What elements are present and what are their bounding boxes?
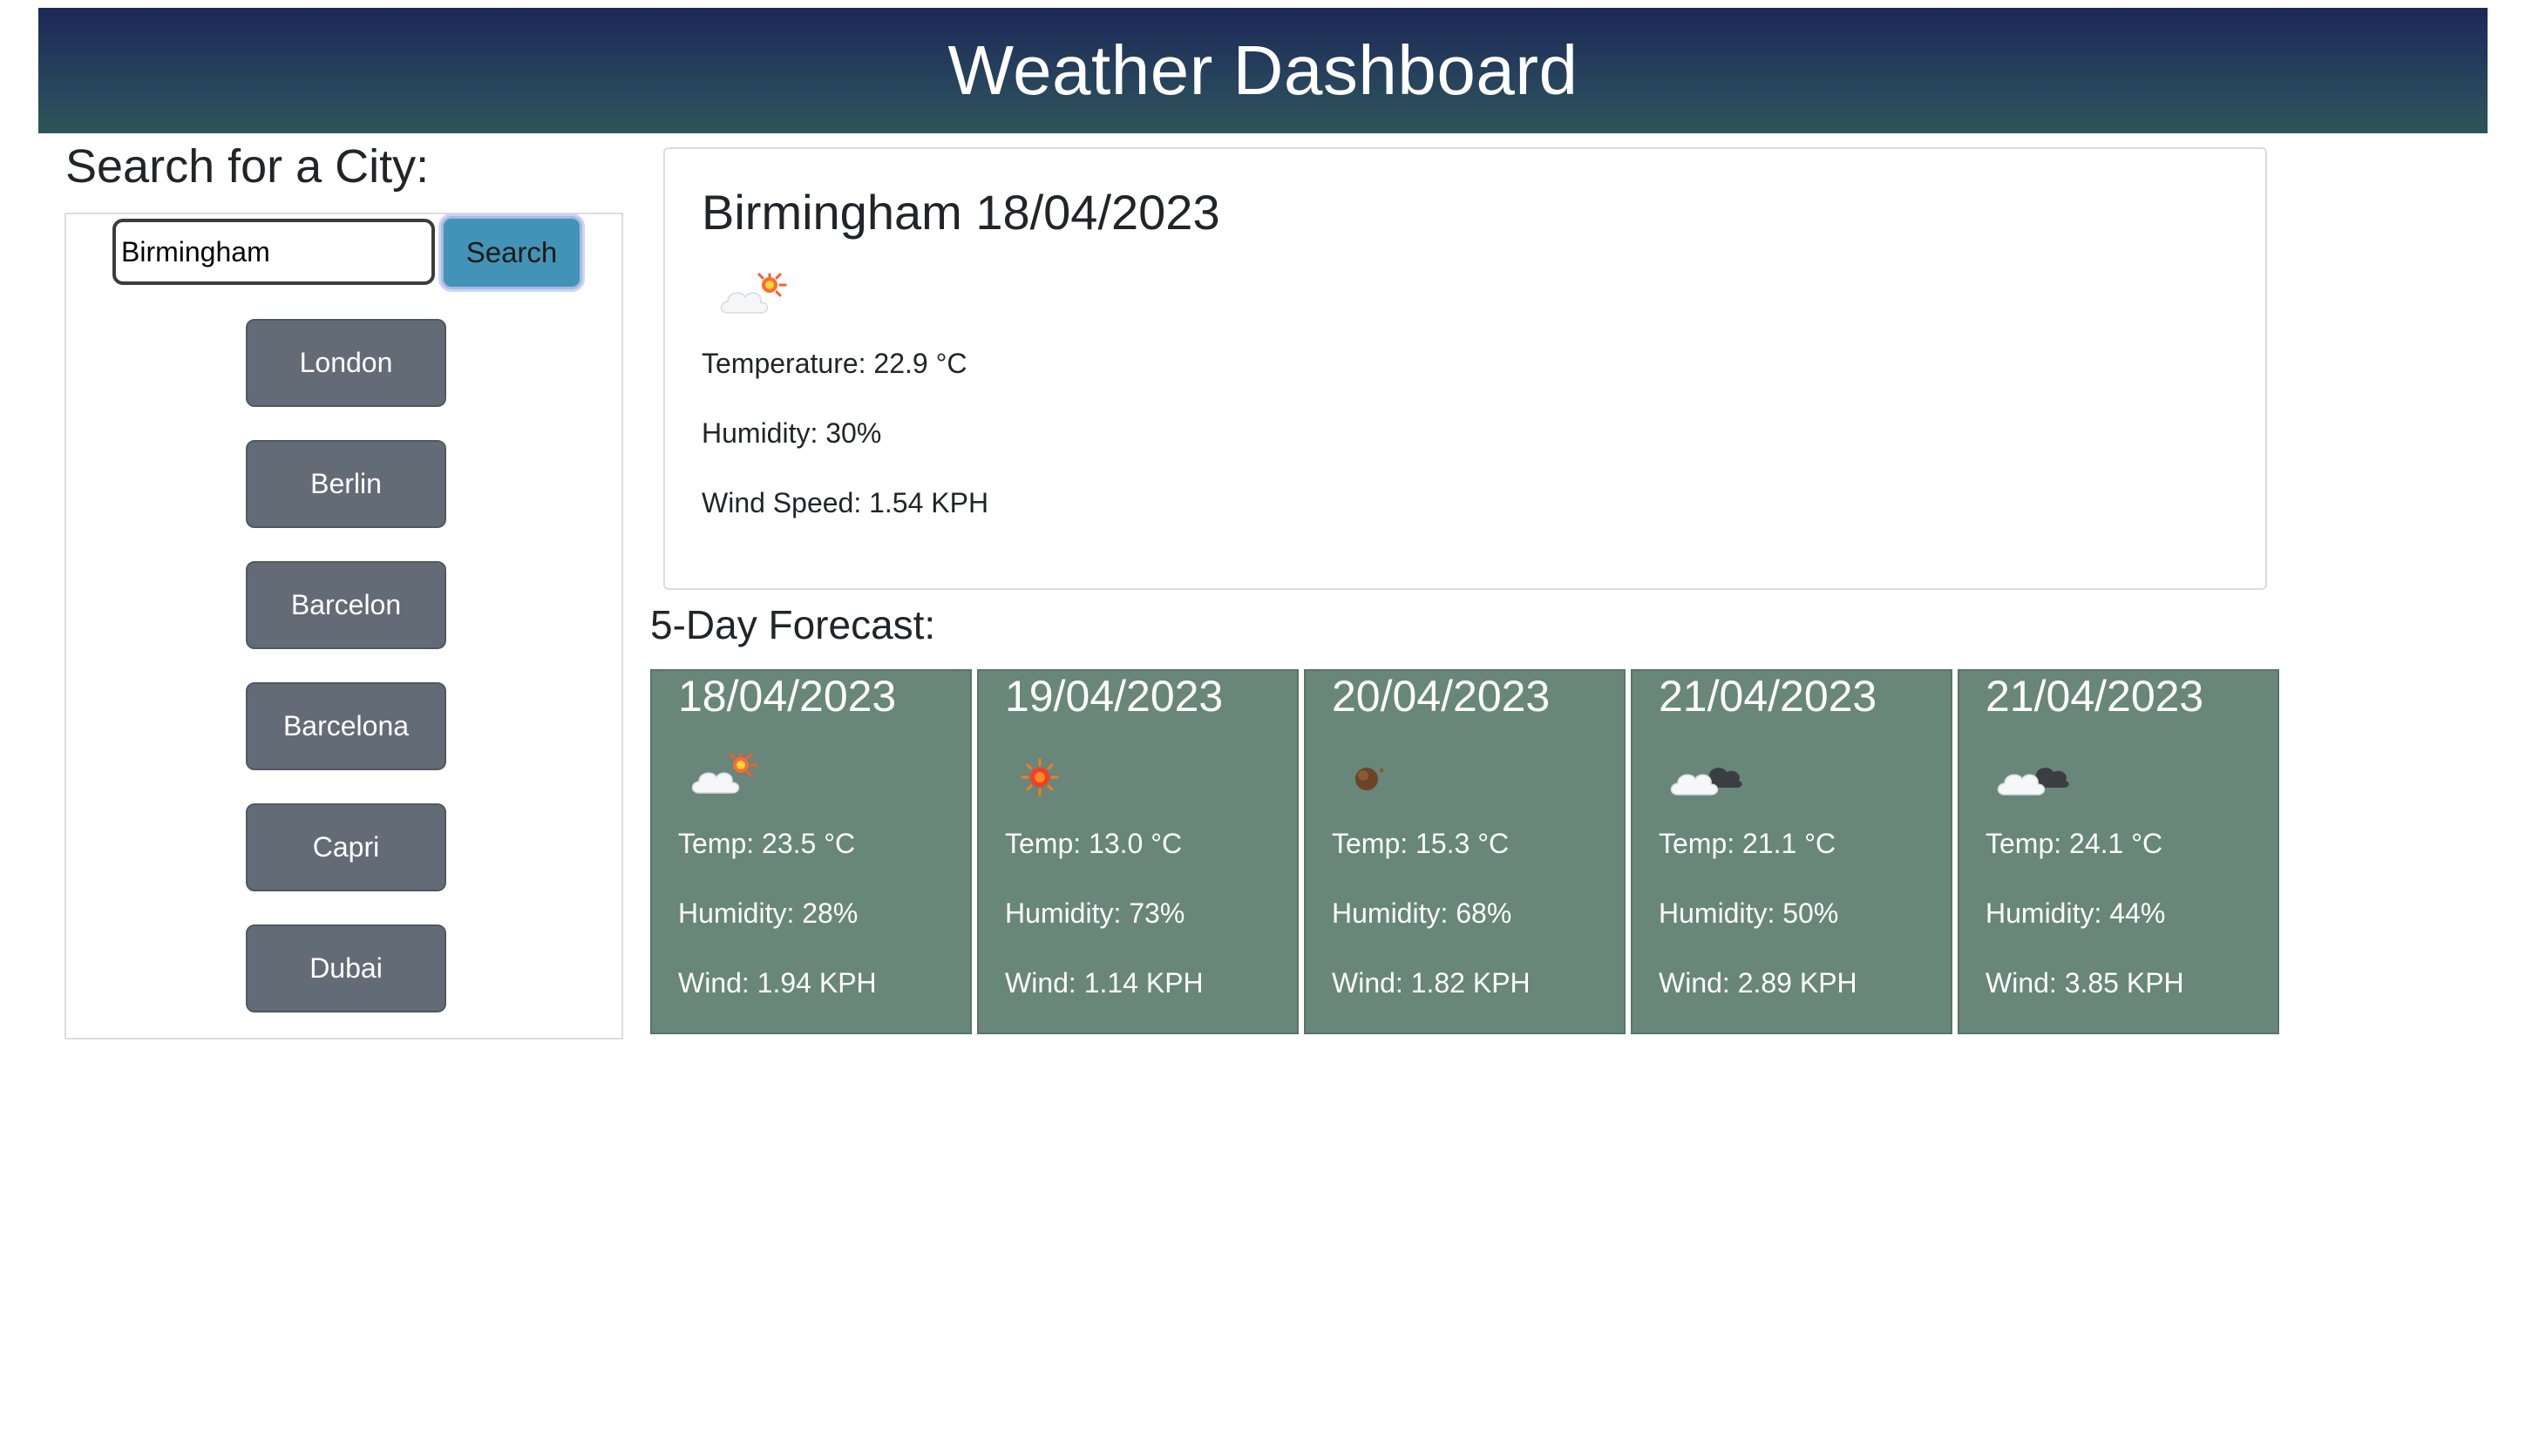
history-city-button[interactable]: Dubai: [246, 924, 446, 1012]
forecast-row: 18/04/2023 Temp: 23.5 °C Humidity: 28% W…: [650, 669, 2279, 1034]
forecast-temp: Temp: 23.5 °C: [678, 828, 856, 859]
search-panel: Search London Berlin Barcelon Barcelona …: [64, 213, 623, 1040]
few-clouds-day-icon: [716, 271, 794, 323]
forecast-temp: Temp: 15.3 °C: [1332, 828, 1510, 859]
forecast-temp: Temp: 24.1 °C: [1986, 828, 2163, 859]
forecast-wind: Wind: 3.85 KPH: [1986, 967, 2184, 999]
search-heading: Search for a City:: [65, 140, 430, 193]
clear-sky-day-icon: [1014, 751, 1092, 803]
forecast-card: 21/04/2023 Temp: 24.1 °C Humidity: 44% W…: [1958, 669, 2279, 1034]
forecast-date: 21/04/2023: [1659, 672, 1877, 721]
few-clouds-day-icon: [687, 751, 765, 803]
history-city-button[interactable]: London: [246, 319, 446, 407]
search-history-list: London Berlin Barcelon Barcelona Capri D…: [246, 319, 446, 1046]
forecast-date: 18/04/2023: [678, 672, 897, 721]
forecast-date: 19/04/2023: [1005, 672, 1224, 721]
history-city-button[interactable]: Barcelona: [246, 682, 446, 770]
forecast-wind: Wind: 1.82 KPH: [1332, 967, 1531, 999]
forecast-temp: Temp: 21.1 °C: [1659, 828, 1836, 859]
app-header: Weather Dashboard: [38, 8, 2488, 133]
broken-clouds-icon: [1994, 751, 2073, 803]
forecast-card: 19/04/2023 Temp: 13.0 °C Humidity: 73% W…: [977, 669, 1299, 1034]
forecast-humidity: Humidity: 73%: [1005, 897, 1185, 929]
forecast-heading: 5-Day Forecast:: [650, 602, 936, 647]
broken-clouds-icon: [1667, 751, 1746, 803]
current-temperature: Temperature: 22.9 °C: [702, 348, 967, 379]
history-city-button[interactable]: Capri: [246, 803, 446, 891]
current-weather-card: Birmingham 18/04/2023 Temperature: 22.9 …: [663, 147, 2267, 590]
app-title: Weather Dashboard: [947, 31, 1578, 109]
forecast-wind: Wind: 1.14 KPH: [1005, 967, 1204, 999]
forecast-humidity: Humidity: 44%: [1986, 897, 2166, 929]
forecast-humidity: Humidity: 68%: [1332, 897, 1512, 929]
current-city-date: Birmingham 18/04/2023: [702, 185, 1220, 240]
history-city-button[interactable]: Barcelon: [246, 561, 446, 649]
forecast-humidity: Humidity: 50%: [1659, 897, 1839, 929]
search-button[interactable]: Search: [441, 216, 582, 289]
clear-sky-night-icon: [1341, 751, 1419, 803]
city-search-input[interactable]: [112, 219, 435, 285]
weather-dashboard-page: Weather Dashboard Search for a City: Sea…: [0, 0, 2532, 1456]
history-city-button[interactable]: Berlin: [246, 440, 446, 528]
forecast-card: 18/04/2023 Temp: 23.5 °C Humidity: 28% W…: [650, 669, 972, 1034]
forecast-humidity: Humidity: 28%: [678, 897, 859, 929]
current-wind-speed: Wind Speed: 1.54 KPH: [702, 487, 989, 518]
current-humidity: Humidity: 30%: [702, 417, 882, 449]
forecast-date: 20/04/2023: [1332, 672, 1551, 721]
forecast-wind: Wind: 2.89 KPH: [1659, 967, 1857, 999]
forecast-wind: Wind: 1.94 KPH: [678, 967, 877, 999]
forecast-card: 21/04/2023 Temp: 21.1 °C Humidity: 50% W…: [1631, 669, 1952, 1034]
forecast-date: 21/04/2023: [1986, 672, 2204, 721]
forecast-card: 20/04/2023 Temp: 15.3 °C Humidity: 68% W…: [1304, 669, 1626, 1034]
forecast-temp: Temp: 13.0 °C: [1005, 828, 1183, 859]
